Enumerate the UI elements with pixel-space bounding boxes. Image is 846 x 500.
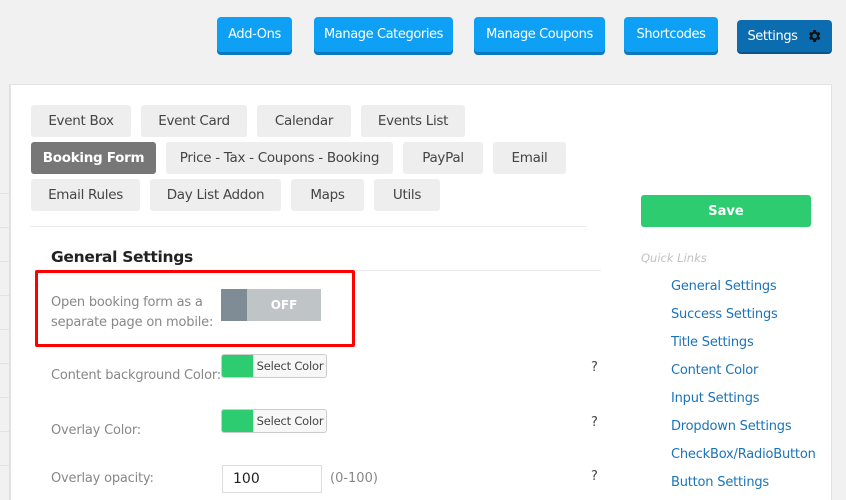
content-bg-color-label: Content background Color:	[51, 368, 221, 383]
tab-booking-form[interactable]: Booking Form	[31, 142, 156, 174]
shortcodes-label: Shortcodes	[636, 27, 706, 42]
select-color-label: Select Color	[253, 410, 326, 432]
tab-paypal[interactable]: PayPal	[403, 142, 483, 174]
quick-link-input-settings[interactable]: Input Settings	[671, 391, 760, 406]
gear-icon	[808, 30, 820, 42]
overlay-opacity-input[interactable]	[222, 465, 322, 493]
tab-label: Event Card	[158, 113, 230, 129]
tab-email[interactable]: Email	[493, 142, 566, 174]
tabs-divider	[30, 226, 587, 227]
color-swatch	[222, 355, 253, 377]
save-button[interactable]: Save	[641, 195, 811, 227]
tab-utils[interactable]: Utils	[374, 179, 440, 211]
tab-label: Price - Tax - Coupons - Booking	[179, 150, 380, 166]
quick-link-checkbox-radiobutton[interactable]: CheckBox/RadioButton	[671, 447, 816, 462]
mobile-page-label: Open booking form as a separate page on …	[51, 293, 213, 333]
tab-label: Email Rules	[48, 187, 123, 203]
mobile-page-label-line1: Open booking form as a	[51, 295, 203, 310]
content-bg-color-picker[interactable]: Select Color	[221, 354, 327, 378]
overlay-opacity-hint: (0-100)	[330, 471, 378, 486]
quick-link-dropdown-settings[interactable]: Dropdown Settings	[671, 419, 792, 434]
manage-coupons-label: Manage Coupons	[486, 27, 593, 42]
quick-link-success-settings[interactable]: Success Settings	[671, 307, 778, 322]
quick-link-general-settings[interactable]: General Settings	[671, 279, 777, 294]
tab-label: Day List Addon	[166, 187, 265, 203]
tab-label: Utils	[392, 187, 422, 203]
quick-links-title: Quick Links	[641, 251, 707, 265]
mobile-page-label-line2: separate page on mobile:	[51, 315, 214, 330]
add-ons-label: Add-Ons	[228, 27, 281, 42]
manage-categories-button[interactable]: Manage Categories	[314, 17, 453, 52]
help-icon[interactable]: ?	[591, 415, 598, 430]
tab-event-box[interactable]: Event Box	[31, 105, 131, 137]
tab-label: Event Box	[48, 113, 114, 129]
tab-label: PayPal	[422, 150, 464, 166]
section-title: General Settings	[51, 248, 193, 266]
tab-maps[interactable]: Maps	[291, 179, 364, 211]
tab-day-list-addon[interactable]: Day List Addon	[150, 179, 281, 211]
mobile-page-toggle[interactable]: OFF	[221, 289, 321, 321]
tab-event-card[interactable]: Event Card	[141, 105, 247, 137]
select-color-label: Select Color	[253, 355, 326, 377]
help-icon[interactable]: ?	[591, 469, 598, 484]
toggle-knob	[221, 289, 247, 321]
tab-calendar[interactable]: Calendar	[257, 105, 351, 137]
quick-link-button-settings[interactable]: Button Settings	[671, 475, 769, 490]
add-ons-button[interactable]: Add-Ons	[217, 17, 292, 52]
overlay-color-label: Overlay Color:	[51, 423, 141, 438]
left-sidebar-edge	[0, 84, 10, 500]
manage-coupons-button[interactable]: Manage Coupons	[474, 17, 605, 52]
help-icon[interactable]: ?	[591, 360, 598, 375]
toggle-state-text: OFF	[270, 298, 298, 312]
overlay-color-picker[interactable]: Select Color	[221, 409, 327, 433]
save-label: Save	[708, 203, 744, 219]
settings-button[interactable]: Settings	[737, 20, 832, 52]
color-swatch	[222, 410, 253, 432]
shortcodes-button[interactable]: Shortcodes	[624, 17, 718, 52]
tab-label: Booking Form	[42, 150, 145, 166]
tab-events-list[interactable]: Events List	[361, 105, 465, 137]
tab-label: Email	[511, 150, 548, 166]
quick-link-content-color[interactable]: Content Color	[671, 363, 758, 378]
quick-link-title-settings[interactable]: Title Settings	[671, 335, 754, 350]
tab-label: Maps	[310, 187, 345, 203]
settings-label: Settings	[747, 28, 798, 44]
manage-categories-label: Manage Categories	[323, 27, 444, 42]
overlay-opacity-label: Overlay opacity:	[51, 471, 154, 486]
tab-email-rules[interactable]: Email Rules	[31, 179, 140, 211]
tab-price-tax-coupons-booking[interactable]: Price - Tax - Coupons - Booking	[166, 142, 393, 174]
tab-label: Events List	[377, 113, 449, 129]
tab-label: Calendar	[274, 113, 334, 129]
